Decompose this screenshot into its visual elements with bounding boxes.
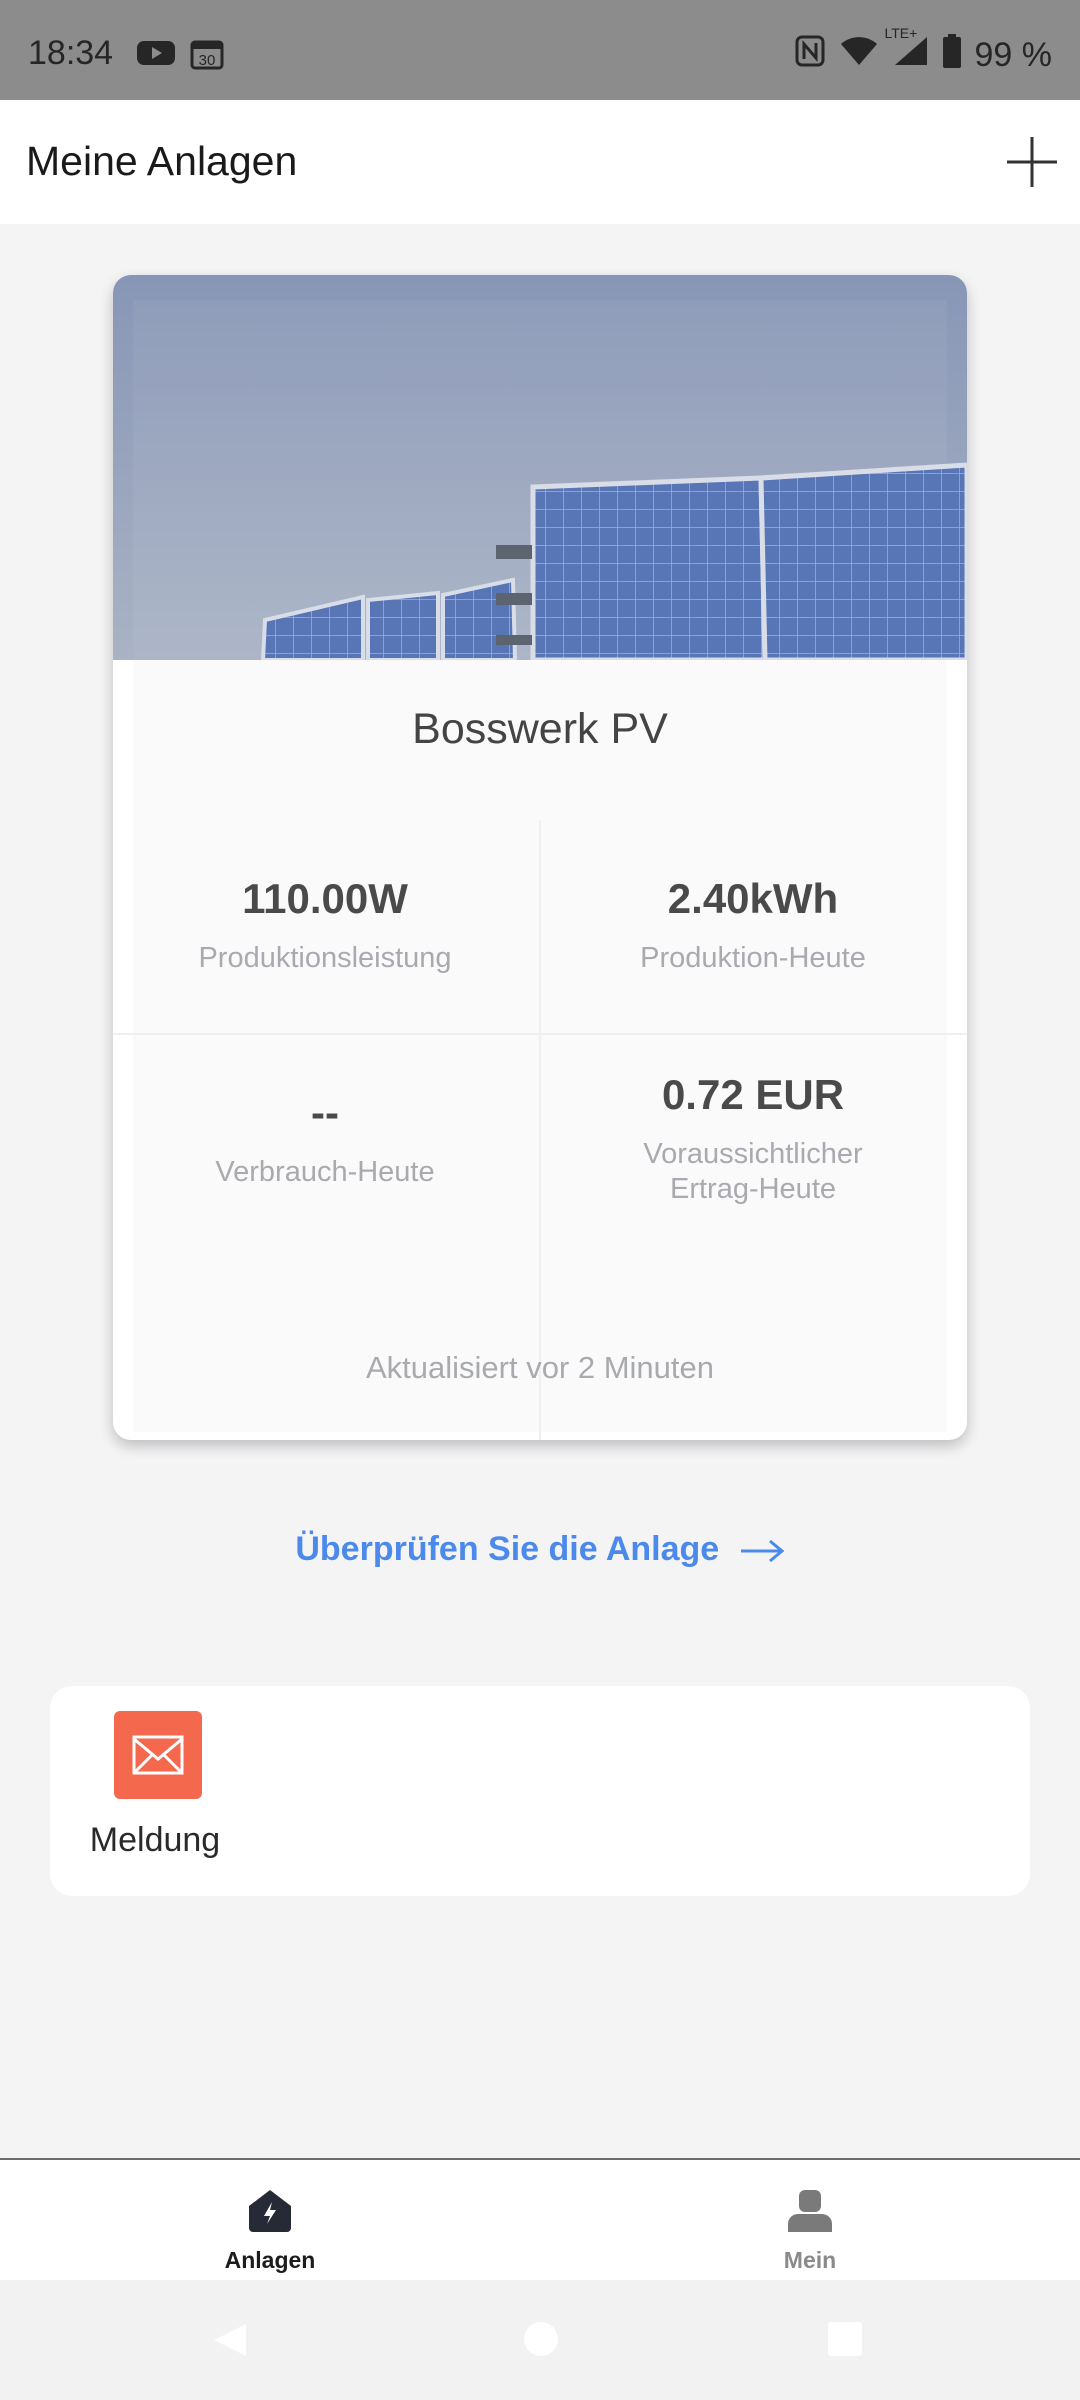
svg-text:30: 30 — [199, 52, 216, 69]
stat-label: Voraussichtlicher Ertrag-Heute — [643, 1138, 863, 1205]
status-time: 18:34 — [28, 34, 114, 72]
tab-label: Anlagen — [224, 2247, 316, 2273]
recents-icon[interactable] — [826, 2320, 864, 2358]
battery-level: 99 % — [974, 36, 1053, 74]
back-icon[interactable] — [210, 2320, 250, 2360]
signal-icon: LTE+ — [885, 25, 929, 76]
plant-name: Bosswerk PV — [412, 705, 668, 753]
wifi-icon — [839, 35, 879, 76]
tab-label: Mein — [783, 2247, 837, 2273]
add-plant-button[interactable] — [1002, 132, 1062, 192]
stat-value: 2.40kWh — [667, 875, 839, 922]
tab-anlagen[interactable]: Anlagen — [170, 2186, 370, 2274]
arrow-right-icon — [740, 1539, 784, 1563]
plant-card[interactable]: Bosswerk PV 110.00W Produktionsleistung … — [113, 275, 967, 1440]
check-plant-label: Überprüfen Sie die Anlage — [295, 1530, 720, 1568]
messages-button[interactable]: Meldung — [80, 1711, 230, 1881]
home-bolt-icon — [249, 2190, 291, 2232]
stat-divider-horizontal — [113, 1033, 967, 1035]
tab-mein[interactable]: Mein — [710, 2186, 910, 2274]
stat-expected-yield: 0.72 EUR Voraussichtlicher Ertrag-Heute — [541, 1071, 965, 1207]
status-bar: 18:34 30 LTE+ 99 % — [0, 0, 1080, 100]
stat-production-power: 110.00W Produktionsleistung — [113, 875, 537, 976]
stat-production-today: 2.40kWh Produktion-Heute — [541, 875, 965, 976]
plant-photo — [113, 275, 967, 660]
calendar-icon: 30 — [190, 38, 224, 75]
stat-consumption-today: -- Verbrauch-Heute — [113, 1089, 537, 1190]
network-type: LTE+ — [884, 25, 918, 41]
stat-label: Verbrauch-Heute — [215, 1156, 435, 1188]
envelope-icon — [114, 1711, 202, 1799]
bottom-navigation: Anlagen Mein — [0, 2158, 1080, 2282]
stat-value: -- — [311, 1089, 339, 1136]
battery-icon — [942, 34, 961, 77]
app-header: Meine Anlagen — [0, 100, 1080, 224]
home-icon[interactable] — [522, 2320, 560, 2358]
user-icon — [788, 2190, 832, 2232]
stat-value: 0.72 EUR — [661, 1071, 845, 1118]
stat-value: 110.00W — [242, 875, 408, 922]
stat-label: Produktionsleistung — [198, 942, 452, 974]
youtube-icon — [136, 38, 176, 75]
page-title: Meine Anlagen — [26, 138, 298, 184]
last-updated: Aktualisiert vor 2 Minuten — [365, 1350, 715, 1385]
check-plant-link[interactable]: Überprüfen Sie die Anlage — [0, 1530, 1080, 1569]
nfc-icon — [795, 35, 825, 76]
shortcut-panel: Meldung — [50, 1686, 1030, 1896]
plus-icon — [1007, 137, 1057, 187]
system-navigation-bar — [0, 2280, 1080, 2400]
messages-label: Meldung — [89, 1821, 221, 1859]
stat-label: Produktion-Heute — [640, 942, 866, 974]
